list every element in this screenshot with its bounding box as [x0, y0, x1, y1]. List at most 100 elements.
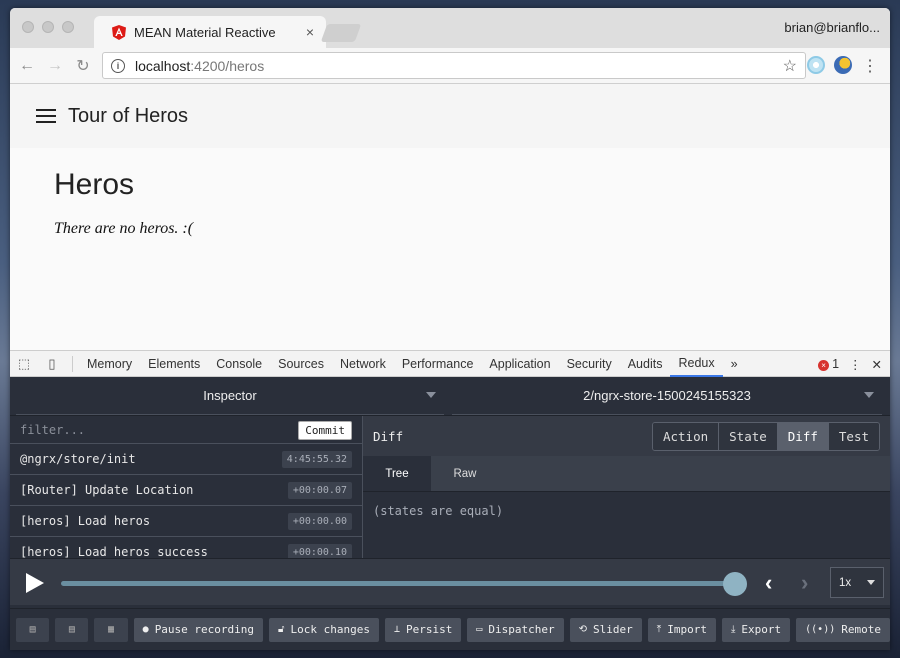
forward-icon[interactable]: → — [44, 55, 66, 77]
play-icon[interactable] — [26, 573, 44, 593]
tab-diff[interactable]: Diff — [776, 423, 828, 450]
button-label: Remote — [841, 623, 881, 636]
pin-icon: ⊥ — [394, 624, 401, 635]
action-list-item[interactable]: @ngrx/store/init 4:45:55.32 — [10, 444, 362, 475]
download-icon: ⤓ — [730, 624, 736, 635]
redux-header: Inspector 2/ngrx-store-1500245155323 — [10, 377, 890, 415]
error-icon: × — [818, 360, 830, 371]
info-icon[interactable]: i — [111, 58, 125, 73]
persist-button[interactable]: ⊥ Persist — [385, 617, 462, 642]
browser-tab[interactable]: MEAN Material Reactive × — [94, 16, 326, 48]
action-time: +00:00.10 — [287, 544, 352, 558]
devtools-tab-application[interactable]: Application — [481, 351, 558, 377]
remote-button[interactable]: ((•)) Remote — [796, 617, 890, 642]
lock-icon: 🔓︎ — [278, 624, 285, 635]
action-list-item[interactable]: [heros] Load heros +00:00.00 — [10, 506, 362, 537]
devtools-more-tabs[interactable]: » — [723, 351, 746, 377]
dock-left-button[interactable]: ▤ — [16, 617, 50, 642]
tab-strip: MEAN Material Reactive × brian@brianflo.… — [10, 8, 890, 48]
url-path: :4200/heros — [190, 57, 265, 74]
dispatcher-button[interactable]: ▭ Dispatcher — [467, 617, 564, 642]
dock-right-button[interactable]: ▤ — [55, 617, 89, 642]
monitor-select[interactable]: Inspector — [16, 377, 444, 415]
devtools-tab-console[interactable]: Console — [208, 351, 270, 377]
window-controls — [22, 21, 74, 33]
step-back-icon[interactable]: ‹ — [765, 570, 772, 596]
keyboard-icon: ▭ — [476, 624, 483, 635]
instance-select-value: 2/ngrx-store-1500245155323 — [583, 388, 751, 403]
devtools-right-controls: × 1 ⋮ ✕ — [818, 351, 890, 377]
slider-button[interactable]: ⟲ Slider — [569, 617, 642, 642]
devtools-tab-sources[interactable]: Sources — [270, 351, 332, 377]
diff-panel: Diff Action State Diff Test Tree Raw (st… — [363, 416, 890, 558]
slider-thumb[interactable] — [723, 572, 747, 596]
browser-menu-icon[interactable]: ⋮ — [862, 56, 878, 76]
menu-icon[interactable] — [36, 109, 56, 123]
action-name: @ngrx/store/init — [20, 452, 136, 466]
diff-message: (states are equal) — [373, 504, 504, 518]
action-list-item[interactable]: [Router] Update Location +00:00.07 — [10, 475, 362, 506]
page-heading: Heros — [54, 168, 135, 201]
filter-input[interactable]: filter... Commit — [10, 416, 362, 444]
reload-icon[interactable]: ↻ — [72, 55, 94, 77]
tab-state[interactable]: State — [718, 423, 777, 450]
button-label: Lock changes — [290, 623, 370, 636]
tab-test[interactable]: Test — [827, 423, 879, 450]
subtab-raw[interactable]: Raw — [431, 456, 499, 491]
profile-name[interactable]: brian@brianflo... — [784, 20, 880, 35]
devtools-tab-redux[interactable]: Redux — [670, 351, 723, 377]
button-label: Persist — [406, 623, 453, 636]
close-window-button[interactable] — [22, 21, 34, 33]
mode-tabs: Action State Diff Test — [651, 422, 880, 451]
redux-devtools: Inspector 2/ngrx-store-1500245155323 fil… — [10, 377, 890, 650]
device-toolbar-icon[interactable]: ▯ — [38, 356, 66, 372]
extension-icon[interactable] — [807, 56, 825, 74]
commit-button[interactable]: Commit — [298, 421, 352, 440]
chevron-down-icon — [864, 392, 874, 398]
action-name: [Router] Update Location — [20, 483, 194, 497]
new-tab-button[interactable] — [320, 24, 362, 42]
export-button[interactable]: ⤓ Export — [721, 617, 791, 642]
inspect-element-icon[interactable]: ⬚ — [10, 356, 38, 372]
slider-track[interactable] — [61, 581, 735, 586]
error-counter[interactable]: × 1 — [818, 357, 839, 371]
address-bar[interactable]: i localhost:4200/heros ☆ — [102, 52, 806, 79]
step-forward-icon[interactable]: › — [801, 570, 808, 596]
redux-extension-icon[interactable] — [834, 56, 852, 74]
button-label: Slider — [593, 623, 633, 636]
action-time: 4:45:55.32 — [281, 451, 352, 468]
chevron-down-icon — [426, 392, 436, 398]
speed-select[interactable]: 1x — [830, 567, 884, 598]
devtools-tab-elements[interactable]: Elements — [140, 351, 208, 377]
devtools-tab-performance[interactable]: Performance — [394, 351, 482, 377]
button-label: Dispatcher — [488, 623, 555, 636]
devtools-tab-network[interactable]: Network — [332, 351, 394, 377]
back-icon[interactable]: ← — [16, 55, 38, 77]
time-travel-slider: ‹ › 1x — [10, 558, 890, 605]
error-count: 1 — [832, 357, 840, 371]
devtools-tab-memory[interactable]: Memory — [79, 351, 140, 377]
action-name: [heros] Load heros — [20, 514, 151, 528]
dock-bottom-button[interactable]: ▦ — [94, 617, 128, 642]
inspector-main: filter... Commit @ngrx/store/init 4:45:5… — [10, 415, 890, 558]
devtools-menu-icon[interactable]: ⋮ — [849, 357, 862, 372]
import-button[interactable]: ⤒ Import — [647, 617, 716, 642]
close-tab-icon[interactable]: × — [306, 24, 314, 40]
devtools-tab-audits[interactable]: Audits — [620, 351, 671, 377]
tab-action[interactable]: Action — [652, 423, 719, 450]
instance-select[interactable]: 2/ngrx-store-1500245155323 — [452, 377, 882, 415]
app-title: Tour of Heros — [68, 104, 189, 127]
bookmark-star-icon[interactable]: ☆ — [783, 56, 797, 76]
navigation-bar: ← → ↻ i localhost:4200/heros ☆ ⋮ — [10, 48, 890, 84]
app-toolbar: Tour of Heros — [10, 84, 890, 148]
close-devtools-icon[interactable]: ✕ — [872, 357, 882, 372]
devtools-tab-security[interactable]: Security — [559, 351, 620, 377]
lock-changes-button[interactable]: 🔓︎ Lock changes — [269, 617, 379, 642]
pause-recording-button[interactable]: ● Pause recording — [133, 617, 264, 642]
minimize-window-button[interactable] — [42, 21, 54, 33]
maximize-window-button[interactable] — [62, 21, 74, 33]
action-list-item[interactable]: [heros] Load heros success +00:00.10 — [10, 537, 362, 558]
subtab-tree[interactable]: Tree — [363, 456, 431, 491]
diff-panel-header: Diff Action State Diff Test — [363, 416, 890, 456]
speed-value: 1x — [839, 576, 852, 589]
